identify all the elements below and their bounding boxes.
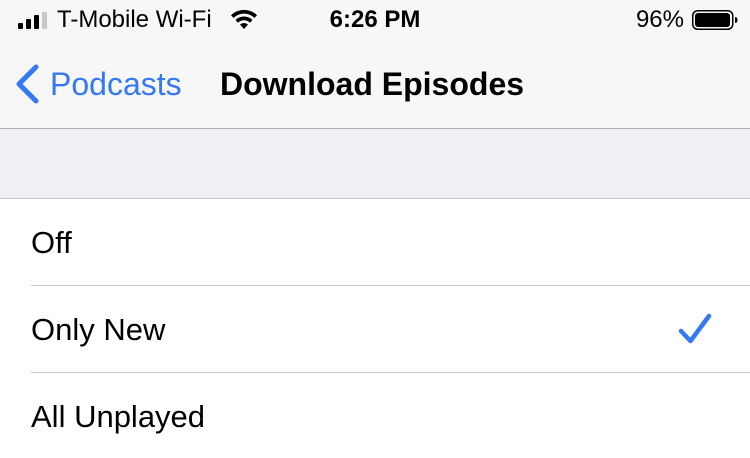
option-row-all-unplayed[interactable]: All Unplayed bbox=[0, 373, 750, 458]
top-chrome: T-Mobile Wi-Fi 6:26 PM 96% Podcasts Down… bbox=[0, 0, 750, 129]
option-label: All Unplayed bbox=[31, 399, 206, 434]
option-label: Off bbox=[31, 225, 72, 260]
battery-icon bbox=[692, 10, 738, 30]
chevron-left-icon bbox=[16, 64, 39, 104]
page-title: Download Episodes bbox=[220, 66, 525, 102]
screen: T-Mobile Wi-Fi 6:26 PM 96% Podcasts Down… bbox=[0, 0, 750, 458]
battery-percentage: 96% bbox=[635, 6, 684, 33]
option-row-only-new[interactable]: Only New bbox=[0, 286, 750, 373]
download-options-list: Off Only New All Unplayed bbox=[0, 199, 750, 458]
status-bar: T-Mobile Wi-Fi 6:26 PM 96% bbox=[0, 0, 750, 40]
back-button[interactable]: Podcasts bbox=[14, 62, 182, 106]
navigation-bar: Podcasts Download Episodes bbox=[0, 40, 750, 128]
back-button-label: Podcasts bbox=[50, 66, 182, 102]
option-label: Only New bbox=[31, 312, 166, 347]
option-row-off[interactable]: Off bbox=[0, 199, 750, 286]
checkmark-icon bbox=[678, 313, 712, 344]
section-header bbox=[0, 129, 750, 199]
